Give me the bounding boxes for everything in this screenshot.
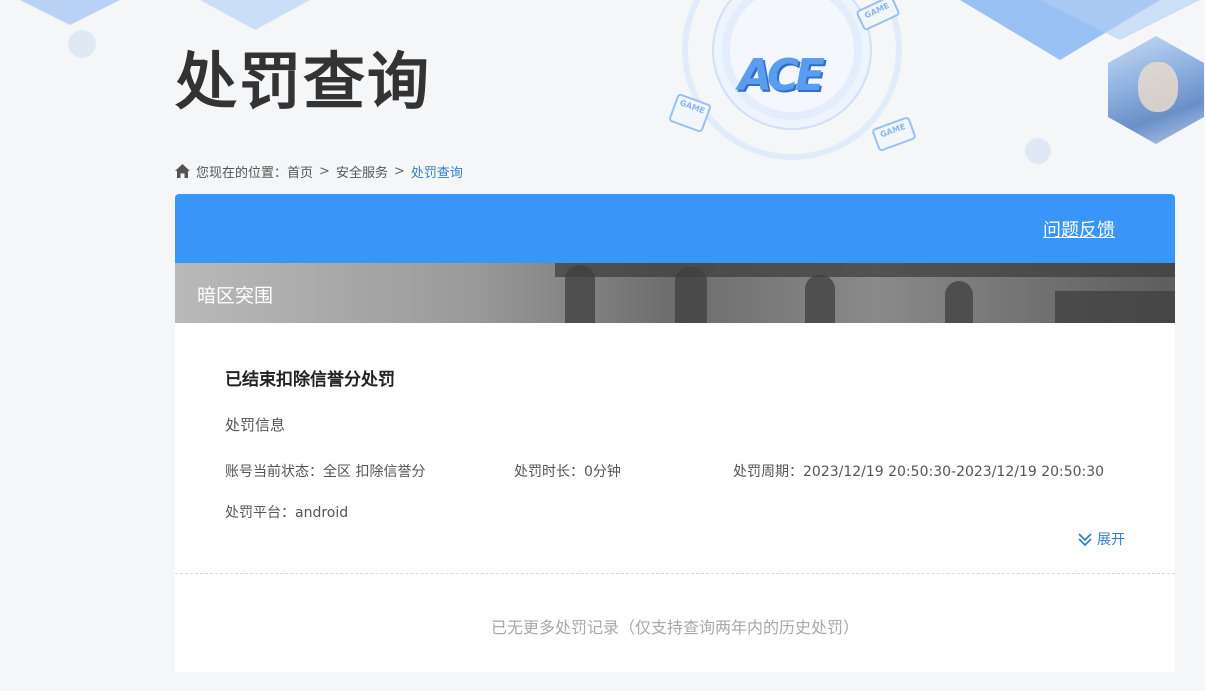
page-title: 处罚查询 (175, 45, 432, 118)
breadcrumb-security-service[interactable]: 安全服务 (336, 162, 388, 181)
game-tag-icon: GAME (855, 0, 901, 32)
record-title: 已结束扣除信誉分处罚 (225, 370, 395, 390)
account-status-value: 全区 扣除信誉分 (323, 464, 426, 480)
penalty-duration: 处罚时长：0分钟 (514, 461, 621, 481)
decor-dot (1025, 138, 1051, 164)
home-icon (175, 164, 190, 178)
platform-value: android (295, 505, 349, 521)
breadcrumb-home[interactable]: 首页 (287, 162, 313, 181)
expand-label: 展开 (1097, 532, 1125, 548)
penalty-platform: 处罚平台：android (225, 502, 348, 522)
decor-triangle (1040, 0, 1200, 40)
account-status-label: 账号当前状态： (225, 464, 323, 480)
account-status: 账号当前状态：全区 扣除信誉分 (225, 461, 425, 481)
section-label: 处罚信息 (225, 416, 286, 434)
ace-logo: ACE (738, 50, 825, 101)
decor-ring (682, 0, 902, 160)
penalty-record: 已结束扣除信誉分处罚 处罚信息 账号当前状态：全区 扣除信誉分 处罚时长：0分钟… (175, 323, 1175, 573)
penalty-period: 处罚周期：2023/12/19 20:50:30-2023/12/19 20:5… (733, 461, 1104, 481)
decor-triangle (200, 0, 310, 30)
divider (175, 573, 1175, 574)
platform-label: 处罚平台： (225, 505, 295, 521)
breadcrumb-current[interactable]: 处罚查询 (411, 162, 463, 181)
character-avatar (1108, 36, 1204, 144)
no-more-records-text: 已无更多处罚记录（仅支持查询两年内的历史处罚） (490, 618, 859, 637)
duration-label: 处罚时长： (514, 464, 584, 480)
penalty-card: 问题反馈 暗区突围 已结束扣除信誉分处罚 处罚信息 账号当前状态：全区 扣除信誉… (175, 194, 1175, 672)
game-banner: 暗区突围 (175, 263, 1175, 323)
decor-ring (712, 0, 872, 130)
period-value: 2023/12/19 20:50:30-2023/12/19 20:50:30 (803, 464, 1105, 480)
feedback-link[interactable]: 问题反馈 (1043, 216, 1115, 242)
decor-ring (722, 0, 862, 120)
double-chevron-down-icon (1078, 533, 1092, 547)
info-row: 账号当前状态：全区 扣除信誉分 处罚时长：0分钟 处罚周期：2023/12/19… (225, 461, 1175, 481)
decor-triangle (20, 0, 120, 25)
game-tag-icon: GAME (667, 92, 713, 134)
game-name: 暗区突围 (197, 285, 274, 307)
breadcrumb-separator: > (319, 163, 330, 179)
decor-dot (68, 30, 96, 58)
duration-value: 0分钟 (584, 464, 621, 480)
breadcrumb: 您现在的位置： 首页 > 安全服务 > 处罚查询 (175, 162, 463, 181)
period-label: 处罚周期： (733, 464, 803, 480)
breadcrumb-separator: > (393, 163, 405, 179)
decor-triangle (960, 0, 1160, 60)
game-tag-icon: GAME (871, 115, 917, 153)
info-row: 处罚平台：android (225, 502, 1175, 522)
breadcrumb-prefix: 您现在的位置： (196, 165, 288, 181)
card-header: 问题反馈 (175, 194, 1175, 263)
expand-button[interactable]: 展开 (1077, 529, 1125, 549)
